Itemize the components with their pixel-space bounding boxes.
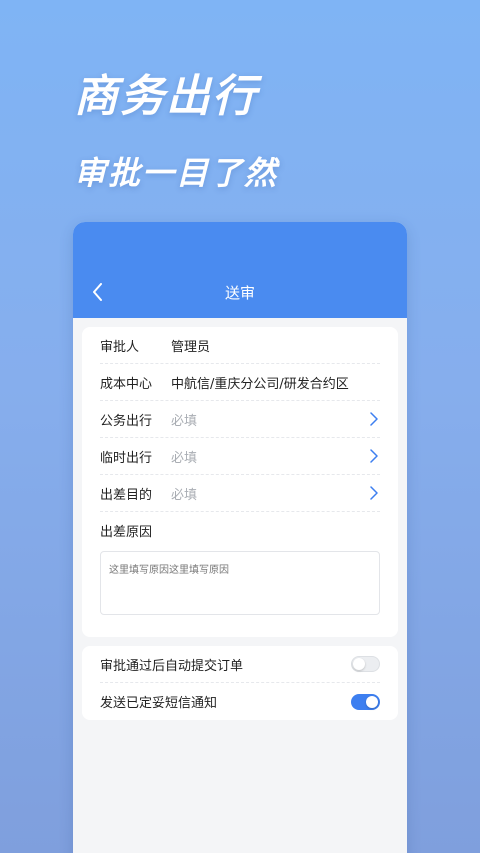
trip-purpose-placeholder: 必填 [171, 487, 198, 503]
trip-reason-row: 出差原因 [100, 512, 380, 549]
sms-notify-label: 发送已定妥短信通知 [100, 696, 218, 711]
official-trip-label: 公务出行 [100, 413, 153, 429]
chevron-right-icon[interactable] [368, 485, 380, 501]
chevron-right-icon[interactable] [368, 448, 380, 464]
approver-row: 审批人 管理员 [100, 327, 380, 364]
trip-reason-input[interactable] [100, 551, 380, 615]
trip-reason-label: 出差原因 [100, 525, 153, 540]
auto-submit-label: 审批通过后自动提交订单 [100, 658, 244, 674]
hero-title: 商务出行 [74, 71, 258, 122]
nav-header: 送审 [73, 222, 407, 318]
auto-submit-toggle[interactable] [351, 656, 380, 672]
temporary-trip-label: 临时出行 [100, 450, 153, 466]
approval-form-card: 审批人 管理员 成本中心 中航信/重庆分公司/研发合约区 公务出行 必填 临时出… [82, 327, 398, 637]
temporary-trip-placeholder: 必填 [171, 450, 198, 466]
cost-center-label: 成本中心 [100, 376, 153, 392]
temporary-trip-row[interactable]: 临时出行 必填 [100, 438, 380, 475]
toggle-knob [353, 658, 365, 670]
trip-purpose-label: 出差目的 [100, 487, 153, 503]
official-trip-placeholder: 必填 [171, 413, 198, 429]
chevron-right-icon[interactable] [368, 411, 380, 427]
sms-notify-row: 发送已定妥短信通知 [100, 683, 380, 720]
toggle-knob [366, 695, 378, 708]
auto-submit-row: 审批通过后自动提交订单 [100, 646, 380, 683]
approver-label: 审批人 [100, 339, 140, 355]
cost-center-value: 中航信/重庆分公司/研发合约区 [171, 376, 349, 392]
page-title: 送审 [224, 284, 255, 302]
hero-subtitle: 审批一目了然 [74, 154, 279, 192]
phone-screen: 送审 审批人 管理员 成本中心 中航信/重庆分公司/研发合约区 公务出行 必填 … [73, 222, 407, 853]
official-trip-row[interactable]: 公务出行 必填 [100, 401, 380, 438]
approver-value: 管理员 [171, 339, 211, 355]
settings-card: 审批通过后自动提交订单 发送已定妥短信通知 [82, 646, 398, 720]
trip-purpose-row[interactable]: 出差目的 必填 [100, 475, 380, 512]
sms-notify-toggle[interactable] [351, 693, 380, 710]
cost-center-row: 成本中心 中航信/重庆分公司/研发合约区 [100, 364, 380, 401]
